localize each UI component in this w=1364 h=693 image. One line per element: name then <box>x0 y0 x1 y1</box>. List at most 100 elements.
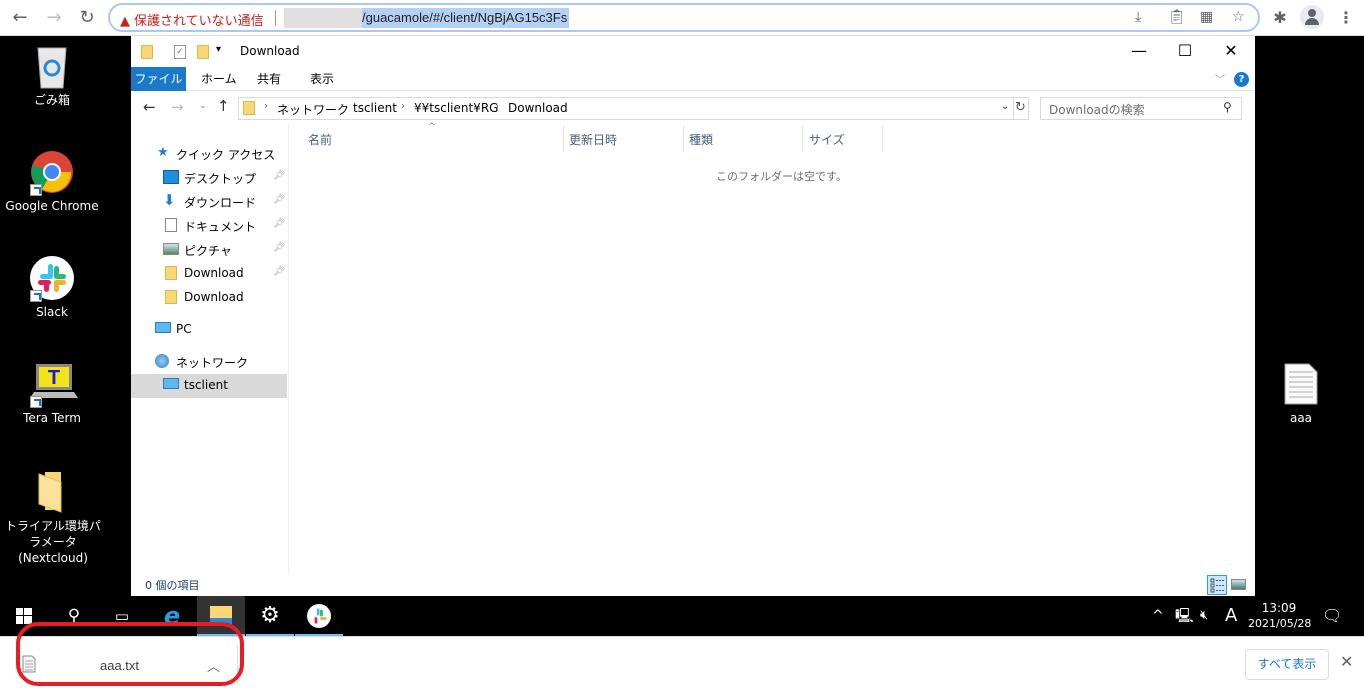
tab-file[interactable]: ファイル <box>131 67 186 91</box>
pin-icon[interactable]: 📌︎ <box>273 170 286 181</box>
nav-documents[interactable]: ドキュメント 📌︎ <box>131 214 287 238</box>
address-bar[interactable]: ▲ 保護されていない通信 /guacamole/#/client/NgBjAG15… <box>108 3 1260 32</box>
large-icons-view-icon[interactable] <box>1229 575 1249 595</box>
desktop-icon-chrome[interactable]: Google Chrome <box>2 150 102 214</box>
shortcut-arrow-icon <box>30 184 42 196</box>
refresh-icon[interactable]: ↻ <box>1015 100 1026 115</box>
desktop-icon-aaa[interactable]: aaa <box>1251 362 1351 426</box>
breadcrumb-tsclient[interactable]: tsclient <box>353 101 397 115</box>
clock[interactable]: 13:09 2021/05/28 <box>1248 596 1311 636</box>
close-button[interactable]: ✕ <box>1208 40 1254 64</box>
column-divider[interactable] <box>683 126 684 152</box>
chrome-icon <box>30 150 74 196</box>
pin-icon[interactable]: 📌︎ <box>273 218 286 229</box>
desktop-icon-label: Tera Term <box>23 411 81 425</box>
search-icon[interactable]: ⚲ <box>1223 100 1232 114</box>
tab-view[interactable]: 表示 <box>300 67 344 91</box>
url-text[interactable]: /guacamole/#/client/NgBjAG15c3Fs <box>362 8 570 28</box>
picture-icon <box>163 243 179 255</box>
breadcrumb-share[interactable]: ¥¥tsclient¥RG <box>414 101 498 115</box>
nav-label: tsclient <box>184 378 228 392</box>
nav-download-folder[interactable]: Download <box>131 286 287 310</box>
breadcrumb-download[interactable]: Download <box>508 101 568 115</box>
download-icon[interactable]: ⤓ <box>1135 9 1141 25</box>
up-icon[interactable]: ↑ <box>217 97 230 115</box>
recent-locations-icon[interactable]: ⌄ <box>199 101 207 111</box>
tab-home[interactable]: ホーム <box>191 67 247 91</box>
slack-icon <box>307 604 331 628</box>
column-name[interactable]: 名前 <box>308 131 332 148</box>
column-divider[interactable] <box>882 126 883 152</box>
back-icon[interactable]: ← <box>8 6 32 30</box>
tab-share[interactable]: 共有 <box>247 67 291 91</box>
customize-qat-icon[interactable]: ▾ <box>216 44 221 55</box>
menu-icon[interactable]: ⋮ <box>1334 6 1358 30</box>
profile-icon[interactable] <box>1300 5 1324 29</box>
breadcrumb-network[interactable]: ネットワーク <box>277 101 349 118</box>
close-icon[interactable]: ✕ <box>1340 652 1353 671</box>
column-size[interactable]: サイズ <box>809 131 845 148</box>
desktop-icon-label: aaa <box>1289 411 1313 425</box>
properties-icon[interactable]: ✓ <box>174 45 186 59</box>
nav-label: ネットワーク <box>176 356 249 370</box>
maximize-button[interactable]: ☐ <box>1162 40 1208 64</box>
desktop-icon-teraterm[interactable]: T Tera Term <box>2 362 102 426</box>
back-icon[interactable]: ← <box>143 98 156 116</box>
ime-indicator[interactable]: A <box>1225 596 1237 636</box>
show-all-button[interactable]: すべて表示 <box>1245 649 1329 680</box>
nav-tsclient[interactable]: tsclient <box>131 374 287 398</box>
taskbar-settings[interactable]: ⚙ <box>246 596 294 636</box>
column-type[interactable]: 種類 <box>689 131 713 148</box>
title-bar: ✓ ▾ Download — ☐ ✕ <box>131 36 1255 67</box>
minimize-button[interactable]: — <box>1116 40 1162 64</box>
ribbon-tabs: ファイル ホーム 共有 表示 ﹀ ? <box>131 67 1255 91</box>
search-input[interactable]: Downloadの検索 ⚲ <box>1040 97 1242 120</box>
show-hidden-icons[interactable]: ^ <box>1152 596 1164 636</box>
security-warning[interactable]: ▲ 保護されていない通信 <box>120 10 264 29</box>
forward-icon[interactable]: → <box>42 6 66 30</box>
address-box[interactable]: › ネットワーク › tsclient › ¥¥tsclient¥RG › Do… <box>238 97 1029 120</box>
qr-icon[interactable]: ▦ <box>1200 9 1213 25</box>
forward-icon[interactable]: → <box>171 98 184 116</box>
svg-text:T: T <box>48 367 60 389</box>
new-folder-icon[interactable] <box>197 45 209 59</box>
expand-ribbon-icon[interactable]: ﹀ <box>1215 71 1225 86</box>
star-icon: ★ <box>157 145 169 160</box>
details-view-icon[interactable] <box>1207 575 1227 595</box>
nav-pc[interactable]: PC <box>131 318 287 342</box>
item-count: 0 個の項目 <box>145 579 200 592</box>
clipboard-icon[interactable]: 📋︎ <box>1168 9 1186 25</box>
security-warning-text: 保護されていない通信 <box>134 14 264 29</box>
column-date[interactable]: 更新日時 <box>569 131 617 148</box>
nav-downloads[interactable]: ⬇ ダウンロード 📌︎ <box>131 190 287 214</box>
folder-icon <box>165 266 177 280</box>
network-status-icon[interactable]: 🖳︎ <box>1175 596 1194 636</box>
column-divider[interactable] <box>563 126 564 152</box>
desktop-icon-label: Slack <box>36 305 68 319</box>
star-icon[interactable]: ☆ <box>1232 9 1245 25</box>
breadcrumb-separator: › <box>401 101 405 112</box>
nav-desktop[interactable]: デスクトップ 📌︎ <box>131 166 287 190</box>
breadcrumb-separator: › <box>340 101 344 112</box>
notification-icon[interactable]: 🗨︎ <box>1322 596 1342 636</box>
extensions-icon[interactable]: ✱ <box>1268 6 1292 30</box>
nav-network[interactable]: ネットワーク <box>131 350 287 374</box>
nav-download-folder[interactable]: Download 📌︎ <box>131 262 287 286</box>
desktop-icon-folder[interactable]: トライアル環境パラメータ(Nextcloud) <box>2 470 104 566</box>
nav-quick-access[interactable]: ★ クイック アクセス <box>131 142 287 166</box>
pin-icon[interactable]: 📌︎ <box>273 194 286 205</box>
pc-icon <box>155 322 171 333</box>
windows-logo-icon <box>16 608 32 624</box>
column-divider[interactable] <box>802 126 803 152</box>
nav-pictures[interactable]: ピクチャ 📌︎ <box>131 238 287 262</box>
pin-icon[interactable]: 📌︎ <box>273 242 286 253</box>
volume-muted-icon[interactable]: 🔇︎ <box>1200 596 1208 636</box>
browser-toolbar: ← → ↻ ▲ 保護されていない通信 /guacamole/#/client/Ng… <box>0 0 1364 36</box>
desktop-icon-recycle-bin[interactable]: ごみ箱 <box>2 44 102 108</box>
desktop-icon-slack[interactable]: Slack <box>2 256 102 320</box>
reload-icon[interactable]: ↻ <box>75 6 99 30</box>
taskbar-slack[interactable] <box>295 596 343 636</box>
help-icon[interactable]: ? <box>1234 72 1249 87</box>
pin-icon[interactable]: 📌︎ <box>273 266 286 277</box>
address-dropdown-icon[interactable]: ⌄ <box>1001 101 1009 112</box>
